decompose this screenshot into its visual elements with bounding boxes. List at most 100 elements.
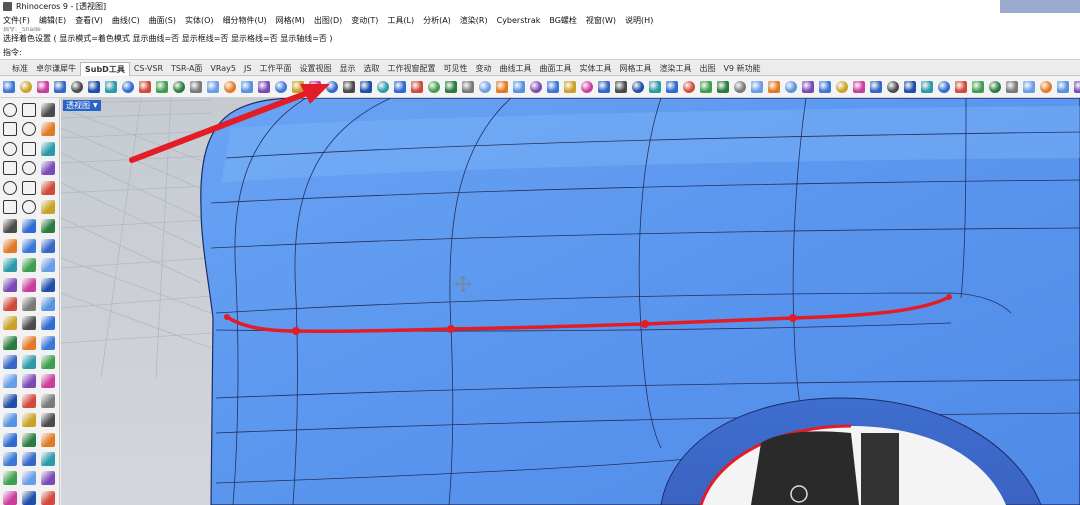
mesh-icon[interactable] xyxy=(717,81,729,93)
shell-icon[interactable] xyxy=(3,355,17,370)
planar-icon[interactable] xyxy=(3,452,17,467)
chamfer-icon[interactable] xyxy=(41,335,55,350)
ellipse-icon[interactable] xyxy=(41,141,55,156)
fillet-icon[interactable] xyxy=(41,161,55,176)
leader-icon[interactable] xyxy=(41,374,55,389)
scale-icon[interactable] xyxy=(3,296,17,311)
toolbar-tab[interactable]: 标准 xyxy=(8,62,32,76)
align-icon[interactable] xyxy=(3,316,17,331)
isolate-icon[interactable] xyxy=(887,81,899,93)
properties-icon[interactable] xyxy=(41,393,55,408)
ellipsoid-icon[interactable] xyxy=(88,81,100,93)
blend-icon[interactable] xyxy=(241,81,253,93)
loft-icon[interactable] xyxy=(173,81,185,93)
edit-points-icon[interactable] xyxy=(581,81,593,93)
emap-icon[interactable] xyxy=(1006,81,1018,93)
curvature-icon[interactable] xyxy=(972,81,984,93)
light-icon[interactable] xyxy=(1057,81,1069,93)
refine-icon[interactable] xyxy=(275,81,287,93)
surface-icon[interactable] xyxy=(3,219,17,234)
toolbar-tab[interactable]: JS xyxy=(240,62,255,76)
lock-icon[interactable] xyxy=(904,81,916,93)
toolbar-tab[interactable]: 设置视图 xyxy=(295,62,335,76)
toolbar-tab[interactable]: 工作视窗配置 xyxy=(383,62,439,76)
menu-item[interactable]: 曲面(S) xyxy=(149,15,176,26)
thicken-icon[interactable] xyxy=(564,81,576,93)
menu-item[interactable]: 网格(M) xyxy=(276,15,305,26)
sphere-icon[interactable] xyxy=(3,81,15,93)
subdivide-icon[interactable] xyxy=(411,81,423,93)
freeform-icon[interactable] xyxy=(3,161,17,176)
toolbar-tab[interactable]: V9 新功能 xyxy=(719,62,764,76)
slide-icon[interactable] xyxy=(394,81,406,93)
select-edges-icon[interactable] xyxy=(751,81,763,93)
menu-item[interactable]: 出图(D) xyxy=(314,15,342,26)
toolbar-tab[interactable]: 可见性 xyxy=(439,62,471,76)
zebra-icon[interactable] xyxy=(22,490,36,505)
toolbar-tab[interactable]: TSR-A面 xyxy=(167,62,206,76)
point-icon[interactable] xyxy=(22,103,36,117)
hide-icon[interactable] xyxy=(853,81,865,93)
sweep-icon[interactable] xyxy=(190,81,202,93)
menu-item[interactable]: 视窗(W) xyxy=(586,15,616,26)
offset-icon[interactable] xyxy=(547,81,559,93)
from-nurbs-icon[interactable] xyxy=(479,81,491,93)
arc-icon[interactable] xyxy=(41,122,55,137)
revolve-icon[interactable] xyxy=(207,81,219,93)
trim-icon[interactable] xyxy=(3,238,17,253)
toolbar-tab[interactable]: SubD工具 xyxy=(80,61,130,76)
fill-icon[interactable] xyxy=(360,81,372,93)
rotate-icon[interactable] xyxy=(41,277,55,292)
analyze-icon[interactable] xyxy=(938,81,950,93)
draft-icon[interactable] xyxy=(41,490,55,505)
align-icon[interactable] xyxy=(632,81,644,93)
loft-icon[interactable] xyxy=(22,199,36,214)
menu-item[interactable]: 实体(O) xyxy=(185,15,214,26)
smooth-icon[interactable] xyxy=(496,81,508,93)
toolbar-tab[interactable]: 工作平面 xyxy=(255,62,295,76)
scale-icon[interactable] xyxy=(666,81,678,93)
menu-item[interactable]: 变动(T) xyxy=(351,15,378,26)
bridge-icon[interactable] xyxy=(343,81,355,93)
viewport-label[interactable]: 透视图 ▼ xyxy=(63,100,101,111)
mirror-icon[interactable] xyxy=(513,81,525,93)
cap-icon[interactable] xyxy=(22,355,36,370)
toolbar-tab[interactable]: 曲面工具 xyxy=(535,62,575,76)
menu-item[interactable]: 工具(L) xyxy=(387,15,414,26)
rebuild-icon[interactable] xyxy=(41,355,55,370)
offset-icon[interactable] xyxy=(22,161,36,176)
menu-item[interactable]: 渲染(R) xyxy=(460,15,488,26)
toolbar-tab[interactable]: 网格工具 xyxy=(615,62,655,76)
patch-icon[interactable] xyxy=(22,219,36,234)
polyline-icon[interactable] xyxy=(41,103,55,117)
text-icon[interactable] xyxy=(22,374,36,389)
dimension-icon[interactable] xyxy=(3,374,17,389)
menu-item[interactable]: 文件(F) xyxy=(3,15,30,26)
menu-item[interactable]: 细分物件(U) xyxy=(223,15,267,26)
fillet-edge-icon[interactable] xyxy=(22,335,36,350)
grid-icon[interactable] xyxy=(3,432,17,447)
grow-icon[interactable] xyxy=(819,81,831,93)
move-icon[interactable] xyxy=(3,277,17,292)
torus-icon[interactable] xyxy=(71,81,83,93)
extrude-icon[interactable] xyxy=(156,81,168,93)
gumball-icon[interactable] xyxy=(3,471,17,486)
boolean-union-icon[interactable] xyxy=(22,316,36,331)
toolbar-tab[interactable]: 显示 xyxy=(335,62,359,76)
show-icon[interactable] xyxy=(870,81,882,93)
menu-item[interactable]: 查看(V) xyxy=(75,15,103,26)
boolean-diff-icon[interactable] xyxy=(41,316,55,331)
split-icon[interactable] xyxy=(22,238,36,253)
menu-item[interactable]: 曲线(C) xyxy=(112,15,140,26)
cylinder-icon[interactable] xyxy=(37,81,49,93)
camera-icon[interactable] xyxy=(1074,81,1080,93)
viewport-menu-caret[interactable]: ▼ xyxy=(93,100,98,111)
toolbar-tab[interactable]: 曲线工具 xyxy=(495,62,535,76)
hatch-icon[interactable] xyxy=(3,393,17,408)
network-icon[interactable] xyxy=(41,219,55,234)
merge-icon[interactable] xyxy=(258,81,270,93)
toolbar-tab[interactable]: 实体工具 xyxy=(575,62,615,76)
toolbar-tab[interactable]: 出图 xyxy=(695,62,719,76)
material-icon[interactable] xyxy=(1040,81,1052,93)
material-icon[interactable] xyxy=(22,413,36,428)
